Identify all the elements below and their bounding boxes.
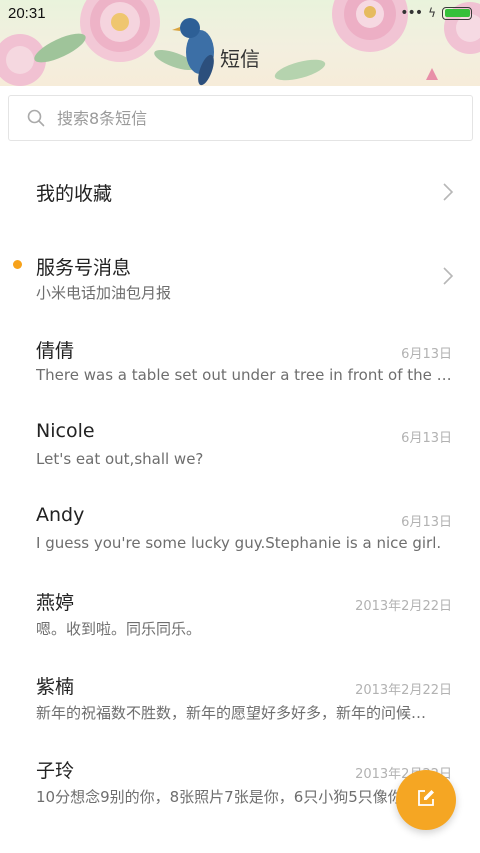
- favorites-label: 我的收藏: [36, 183, 113, 205]
- message-date: 2013年2月22日: [355, 599, 452, 614]
- contact-name: 燕婷: [36, 592, 75, 614]
- compose-icon: [416, 788, 436, 812]
- search-bar[interactable]: [8, 95, 473, 141]
- message-preview: Let's eat out,shall we?: [36, 450, 204, 468]
- charging-icon: ϟ: [428, 6, 436, 20]
- status-icons: ••• ϟ: [400, 6, 472, 20]
- conversation-item[interactable]: 燕婷 2013年2月22日 嗯。收到啦。同乐同乐。: [0, 582, 480, 652]
- contact-name: 子玲: [36, 760, 75, 782]
- app-header: 20:31 ••• ϟ 短信: [0, 0, 480, 86]
- search-icon: [27, 109, 45, 127]
- compose-button[interactable]: [396, 770, 456, 830]
- message-preview: I guess you're some lucky guy.Stephanie …: [36, 534, 442, 552]
- conversation-item[interactable]: Nicole 6月13日 Let's eat out,shall we?: [0, 414, 480, 484]
- conversation-item[interactable]: 倩倩 6月13日 There was a table set out under…: [0, 330, 480, 400]
- contact-name: Nicole: [36, 420, 95, 442]
- message-date: 6月13日: [401, 347, 452, 362]
- battery-icon: [442, 6, 472, 20]
- contact-name: 紫楠: [36, 676, 75, 698]
- page-title: 短信: [220, 47, 260, 71]
- chevron-right-icon: [442, 182, 454, 206]
- message-date: 6月13日: [401, 431, 452, 446]
- message-preview: 10分想念9别的你，8张照片7张是你，6只小狗5只像你…: [36, 788, 418, 806]
- chevron-right-icon: [442, 266, 454, 290]
- message-date: 2013年2月22日: [355, 683, 452, 698]
- message-preview: 嗯。收到啦。同乐同乐。: [36, 620, 202, 638]
- conversation-item[interactable]: Andy 6月13日 I guess you're some lucky guy…: [0, 498, 480, 568]
- status-time: 20:31: [8, 5, 46, 22]
- contact-name: Andy: [36, 504, 85, 526]
- message-date: 6月13日: [401, 515, 452, 530]
- favorites-row[interactable]: 我的收藏: [0, 160, 480, 222]
- service-subtitle: 小米电话加油包月报: [36, 284, 172, 302]
- message-preview: 新年的祝福数不胜数，新年的愿望好多好多，新年的问候…: [36, 704, 427, 722]
- signal-dots-icon: •••: [400, 5, 423, 21]
- service-title: 服务号消息: [36, 257, 132, 279]
- contact-name: 倩倩: [36, 340, 75, 362]
- conversation-item[interactable]: 紫楠 2013年2月22日 新年的祝福数不胜数，新年的愿望好多好多，新年的问候…: [0, 666, 480, 736]
- search-input[interactable]: [57, 108, 437, 128]
- unread-dot: [13, 260, 22, 269]
- service-messages-row[interactable]: 服务号消息 小米电话加油包月报: [0, 245, 480, 307]
- message-preview: There was a table set out under a tree i…: [36, 366, 452, 384]
